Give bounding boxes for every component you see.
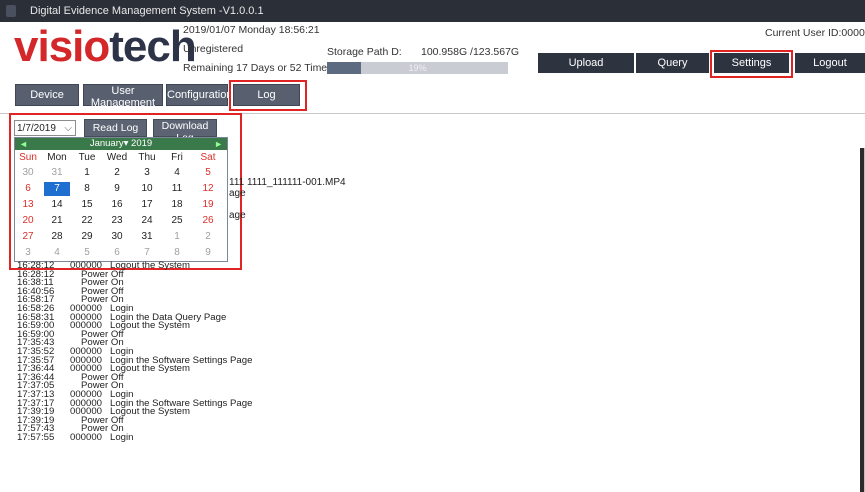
log-time: 17:57:55 [17, 431, 55, 443]
current-datetime: 2019/01/07 Monday 18:56:21 [183, 24, 320, 36]
log-entry: 16:28:12 Power Off [17, 270, 437, 280]
window-title-bar: Digital Evidence Management System -V1.0… [0, 0, 865, 22]
calendar-weekday: Fri [171, 152, 183, 163]
calendar-weekday: Tue [78, 152, 96, 163]
calendar-day[interactable]: 6 [15, 182, 41, 196]
log-entry: 16:28:12 000000 Logout the System [17, 261, 437, 271]
tab-device[interactable]: Device [15, 84, 79, 106]
calendar-day[interactable]: 14 [44, 198, 70, 212]
calendar-popup: ◄ January▾ 2019 ► Sun Mon Tue Wed Thu Fri Sat 3… [14, 137, 228, 262]
log-entry: 17:39:19 000000 Logout the System [17, 407, 437, 417]
storage-path-label: Storage Path D: [327, 46, 402, 58]
calendar-day[interactable]: 21 [44, 214, 70, 228]
storage-percent: 19% [408, 63, 427, 73]
calendar-day[interactable]: 9 [104, 182, 130, 196]
calendar-weekday: Mon [47, 152, 67, 163]
app-icon [6, 5, 16, 17]
calendar-day[interactable]: 31 [134, 230, 160, 244]
tab-configuration[interactable]: Configuration [166, 84, 232, 106]
log-fragment-text: age [229, 210, 246, 221]
calendar-day[interactable]: 5 [195, 166, 221, 180]
calendar-day[interactable]: 24 [134, 214, 160, 228]
remaining-usage: Remaining 17 Days or 52 Times [183, 62, 333, 74]
calendar-day[interactable]: 7 [134, 246, 160, 260]
tab-user-management[interactable]: User Management [83, 84, 163, 109]
log-entry: 16:59:00 Power Off [17, 330, 437, 340]
calendar-day[interactable]: 4 [164, 166, 190, 180]
calendar-day[interactable]: 10 [134, 182, 160, 196]
query-button[interactable]: Query [636, 53, 709, 73]
calendar-day[interactable]: 9 [195, 246, 221, 260]
log-entry: 16:59:00 000000 Logout the System [17, 321, 437, 331]
calendar-day[interactable]: 15 [74, 198, 100, 212]
calendar-day[interactable]: 6 [104, 246, 130, 260]
calendar-day[interactable]: 5 [74, 246, 100, 260]
log-list: 16:28:12 000000 Logout the System 16:28:12… [17, 261, 437, 443]
calendar-day[interactable]: 23 [104, 214, 130, 228]
calendar-day[interactable]: 31 [44, 166, 70, 180]
calendar-day[interactable]: 20 [15, 214, 41, 228]
calendar-day[interactable]: 11 [164, 182, 190, 196]
log-entry: 16:38:11 Power On [17, 278, 437, 288]
calendar-day[interactable]: 8 [164, 246, 190, 260]
registration-status: Unregistered [183, 43, 244, 55]
calendar-day[interactable]: 3 [134, 166, 160, 180]
calendar-day[interactable]: 16 [104, 198, 130, 212]
log-fragment-filename: 111 1111_111111-001.MP4 [229, 177, 346, 188]
log-tab-highlight-box [229, 80, 307, 111]
calendar-day[interactable]: 17 [134, 198, 160, 212]
calendar-day[interactable]: 27 [15, 230, 41, 244]
calendar-day[interactable]: 28 [44, 230, 70, 244]
visiotech-logo: visiotech [14, 22, 197, 71]
calendar-day[interactable]: 2 [195, 230, 221, 244]
calendar-weekday: Sat [200, 152, 216, 163]
calendar-day[interactable]: 1 [164, 230, 190, 244]
settings-highlight-box [710, 50, 793, 78]
calendar-day[interactable]: 8 [74, 182, 100, 196]
storage-progress-bar: 19% [327, 62, 508, 74]
calendar-day[interactable]: 29 [74, 230, 100, 244]
log-entry: 16:40:56 Power Off [17, 287, 437, 297]
log-entry: 17:36:44 000000 Logout the System [17, 364, 437, 374]
calendar-day[interactable]: 22 [74, 214, 100, 228]
calendar-day[interactable]: 7 [44, 182, 70, 196]
calendar-month-year[interactable]: January▾ 2019 [15, 138, 227, 150]
current-user-id: Current User ID:00000 [765, 27, 865, 39]
calendar-day[interactable]: 19 [195, 198, 221, 212]
calendar-day[interactable]: 13 [15, 198, 41, 212]
window-title: Digital Evidence Management System -V1.0… [30, 5, 264, 17]
calendar-weekday: Sun [19, 152, 37, 163]
log-entry: 17:39:19 Power Off [17, 416, 437, 426]
log-entry: 17:57:55 000000 Login [17, 431, 437, 443]
calendar-day[interactable]: 26 [195, 214, 221, 228]
logout-button[interactable]: Logout [795, 53, 865, 73]
calendar-day[interactable]: 25 [164, 214, 190, 228]
calendar-day[interactable]: 4 [44, 246, 70, 260]
log-fragment-text: age [229, 188, 246, 199]
log-entry: 17:36:44 Power Off [17, 373, 437, 383]
upload-button[interactable]: Upload [538, 53, 634, 73]
calendar-weekday: Thu [138, 152, 156, 163]
calendar-day[interactable]: 2 [104, 166, 130, 180]
log-message: 000000 Login [70, 431, 134, 443]
calendar-day[interactable]: 18 [164, 198, 190, 212]
calendar-day[interactable]: 30 [104, 230, 130, 244]
next-month-icon[interactable]: ► [214, 138, 223, 150]
calendar-day[interactable]: 30 [15, 166, 41, 180]
calendar-day[interactable]: 12 [195, 182, 221, 196]
calendar-weekday: Wed [106, 152, 128, 163]
storage-usage-value: 100.958G /123.567G [421, 46, 520, 58]
calendar-header: ◄ January▾ 2019 ► [15, 138, 227, 150]
calendar-day[interactable]: 3 [15, 246, 41, 260]
calendar-day[interactable]: 1 [74, 166, 100, 180]
